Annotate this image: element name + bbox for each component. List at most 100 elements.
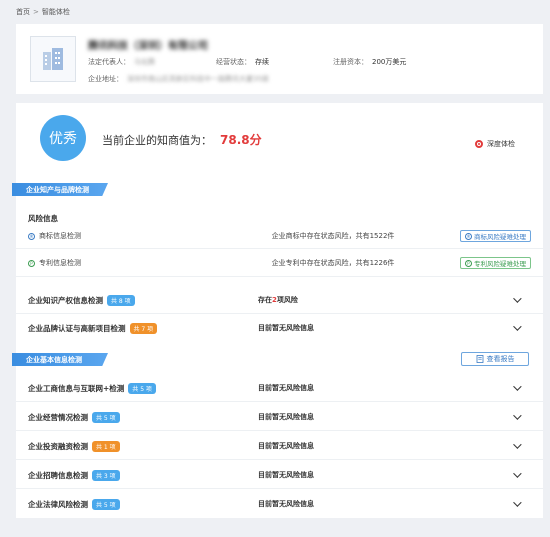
chevron-down-icon[interactable]: [513, 440, 522, 449]
section-ip-title: 企业知产与品牌检测: [26, 185, 89, 194]
divider: [16, 248, 543, 249]
patent-icon: P: [465, 259, 472, 267]
count-badge: 共 1 项: [92, 440, 120, 452]
breadcrumb: 首页 > 智能体检: [16, 7, 70, 17]
divider: [16, 488, 543, 489]
risk-info-title: 风险信息: [28, 214, 58, 223]
deep-check-label: 深度体检: [487, 140, 515, 148]
check-name-text: 企业投资融资检测: [28, 441, 88, 451]
chevron-down-icon[interactable]: [513, 498, 522, 507]
legal-rep-value: 马化腾: [134, 58, 155, 66]
section-basic-banner: 企业基本信息检测: [12, 353, 108, 366]
check-name: 企业经营情况检测 共 5 项: [28, 411, 258, 423]
check-report-card: 优秀 当前企业的知商值为： 78.8分 深度体检 企业知产与品牌检测 风险信息 …: [12, 103, 543, 518]
check-name-text: 企业工商信息与互联网+检测: [28, 383, 125, 393]
status-row: 经营状态： 存续: [216, 57, 269, 67]
chevron-down-icon[interactable]: [513, 411, 522, 420]
check-name: 企业投资融资检测 共 1 项: [28, 440, 258, 452]
trademark-risk-button-label: 商标风险疑难处理: [474, 233, 526, 241]
count-badge: 共 5 项: [92, 498, 120, 510]
risk-desc: 企业商标中存在状态风险，共有1522件: [271, 232, 395, 240]
check-row-brand[interactable]: 企业品牌认证与高新项目检测 共 7 项 目前暂无风险信息: [28, 318, 531, 338]
divider: [16, 459, 543, 460]
count-badge: 共 3 项: [92, 469, 120, 481]
divider: [16, 313, 543, 314]
legal-rep-row: 法定代表人： 马化腾: [88, 57, 155, 67]
score-label: 当前企业的知商值为：: [102, 134, 212, 147]
legal-rep-label: 法定代表人：: [88, 58, 130, 66]
check-status: 目前暂无风险信息: [258, 500, 314, 508]
deep-check-button[interactable]: 深度体检: [475, 139, 515, 149]
count-badge: 共 5 项: [92, 411, 120, 423]
breadcrumb-current: 智能体检: [41, 8, 70, 16]
breadcrumb-home[interactable]: 首页: [16, 7, 30, 17]
check-name-text: 企业法律风险检测: [28, 499, 88, 509]
trademark-risk-button[interactable]: ® 商标风险疑难处理: [460, 230, 531, 242]
check-row-operation[interactable]: 企业经营情况检测 共 5 项 目前暂无风险信息: [28, 407, 531, 427]
risk-label-text: 商标信息检测: [39, 232, 81, 240]
check-name: 企业工商信息与互联网+检测 共 5 项: [28, 382, 258, 394]
chevron-down-icon[interactable]: [513, 469, 522, 478]
check-name-text: 企业品牌认证与高新项目检测: [28, 323, 126, 333]
status-value: 存续: [255, 58, 269, 66]
score-value: 78.8分: [220, 133, 262, 147]
patent-icon: P: [28, 259, 35, 267]
check-row-ip[interactable]: 企业知识产权信息检测 共 8 项 存在2项风险: [28, 290, 531, 310]
check-row-investment[interactable]: 企业投资融资检测 共 1 项 目前暂无风险信息: [28, 436, 531, 456]
breadcrumb-separator: >: [33, 8, 39, 16]
check-row-legal[interactable]: 企业法律风险检测 共 5 项 目前暂无风险信息: [28, 494, 531, 514]
grade-badge: 优秀: [40, 115, 86, 161]
company-logo: [30, 36, 76, 82]
trademark-icon: ®: [465, 232, 472, 240]
risk-label: P 专利信息检测: [28, 258, 228, 268]
count-badge: 共 7 项: [129, 322, 158, 334]
check-status: 目前暂无风险信息: [258, 413, 314, 421]
company-name: 腾讯科技（深圳）有限公司: [88, 41, 208, 52]
check-row-recruitment[interactable]: 企业招聘信息检测 共 3 项 目前暂无风险信息: [28, 465, 531, 485]
divider: [16, 276, 543, 277]
check-status: 目前暂无风险信息: [258, 324, 314, 332]
target-icon: [475, 140, 483, 148]
score-line: 当前企业的知商值为： 78.8分: [102, 131, 262, 148]
address-value: 深圳市南山区高新区科技中一路腾讯大厦35层: [127, 75, 269, 83]
section-ip-banner: 企业知产与品牌检测: [12, 183, 108, 196]
check-name: 企业招聘信息检测 共 3 项: [28, 469, 258, 481]
risk-row-trademark: ® 商标信息检测 企业商标中存在状态风险，共有1522件 ® 商标风险疑难处理: [28, 227, 531, 245]
risk-desc: 企业专利中存在状态风险，共有1226件: [271, 259, 395, 267]
check-name-text: 企业经营情况检测: [28, 412, 88, 422]
check-name: 企业法律风险检测 共 5 项: [28, 498, 258, 510]
view-report-button[interactable]: 查看报告: [461, 352, 529, 366]
address-row: 企业地址： 深圳市南山区高新区科技中一路腾讯大厦35层: [88, 74, 269, 84]
risk-label: ® 商标信息检测: [28, 231, 228, 241]
check-name-text: 企业知识产权信息检测: [28, 295, 103, 305]
patent-risk-button-label: 专利风险疑难处理: [474, 260, 526, 268]
check-status: 目前暂无风险信息: [258, 471, 314, 479]
chevron-down-icon[interactable]: [513, 294, 522, 303]
check-status-post: 项风险: [276, 296, 298, 304]
count-badge: 共 5 项: [128, 382, 156, 394]
patent-risk-button[interactable]: P 专利风险疑难处理: [460, 257, 531, 269]
capital-value: 200万美元: [372, 58, 407, 66]
divider: [16, 430, 543, 431]
company-card: 腾讯科技（深圳）有限公司 法定代表人： 马化腾 经营状态： 存续 注册资本： 2…: [16, 24, 543, 94]
report-icon: [476, 355, 483, 363]
check-row-business[interactable]: 企业工商信息与互联网+检测 共 5 项 目前暂无风险信息: [28, 378, 531, 398]
building-icon: [43, 48, 63, 70]
check-status-pre: 存在: [258, 296, 272, 304]
chevron-down-icon[interactable]: [513, 382, 522, 391]
address-label: 企业地址：: [88, 75, 123, 83]
check-status: 存在2项风险: [258, 295, 398, 305]
divider: [16, 401, 543, 402]
check-status: 目前暂无风险信息: [258, 442, 314, 450]
risk-row-patent: P 专利信息检测 企业专利中存在状态风险，共有1226件 P 专利风险疑难处理: [28, 254, 531, 272]
check-status: 目前暂无风险信息: [258, 384, 314, 392]
chevron-down-icon[interactable]: [513, 322, 522, 331]
check-name-text: 企业招聘信息检测: [28, 470, 88, 480]
section-basic-title: 企业基本信息检测: [26, 355, 82, 364]
view-report-label: 查看报告: [486, 355, 515, 363]
capital-row: 注册资本： 200万美元: [333, 57, 406, 67]
capital-label: 注册资本：: [333, 58, 368, 66]
check-name: 企业知识产权信息检测 共 8 项: [28, 294, 258, 306]
check-name: 企业品牌认证与高新项目检测 共 7 项: [28, 322, 258, 334]
status-label: 经营状态：: [216, 58, 251, 66]
